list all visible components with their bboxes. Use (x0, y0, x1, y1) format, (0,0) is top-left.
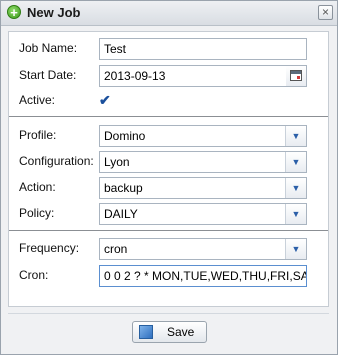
close-button[interactable]: × (318, 5, 333, 20)
policy-value: DAILY (104, 207, 138, 221)
section-divider (9, 116, 328, 117)
policy-select[interactable]: DAILY ▼ (99, 203, 307, 225)
save-button[interactable]: Save (132, 321, 207, 343)
frequency-value: cron (104, 242, 128, 256)
policy-label: Policy: (19, 206, 55, 220)
start-date-value: 2013-09-13 (104, 69, 166, 83)
chevron-down-icon[interactable]: ▼ (285, 152, 306, 172)
cron-label: Cron: (19, 268, 49, 282)
frequency-select[interactable]: cron ▼ (99, 238, 307, 260)
profile-value: Domino (104, 129, 146, 143)
chevron-down-icon[interactable]: ▼ (285, 126, 306, 146)
job-name-value: Test (104, 42, 127, 56)
frequency-label: Frequency: (19, 241, 80, 255)
cron-value: 0 0 2 ? * MON,TUE,WED,THU,FRI,SAT * (104, 269, 307, 283)
chevron-down-icon[interactable]: ▼ (285, 239, 306, 259)
chevron-down-icon[interactable]: ▼ (285, 178, 306, 198)
chevron-down-icon[interactable]: ▼ (285, 204, 306, 224)
calendar-icon (290, 70, 302, 81)
checkmark-icon: ✔ (99, 92, 111, 108)
close-icon: × (321, 5, 329, 19)
new-job-dialog: + New Job × Job Name: Test Start Date: 2… (0, 0, 338, 355)
active-label: Active: (19, 93, 56, 107)
configuration-value: Lyon (104, 155, 130, 169)
section-divider (9, 230, 328, 231)
job-name-label: Job Name: (19, 41, 78, 55)
action-select[interactable]: backup ▼ (99, 177, 307, 199)
dialog-titlebar[interactable]: + New Job × (1, 1, 337, 26)
profile-label: Profile: (19, 128, 57, 142)
save-icon (139, 325, 153, 339)
footer-divider (8, 313, 329, 314)
dialog-title: New Job (27, 5, 81, 20)
date-picker-button[interactable] (286, 66, 306, 86)
start-date-input[interactable]: 2013-09-13 (99, 65, 307, 87)
action-value: backup (104, 181, 143, 195)
job-name-input[interactable]: Test (99, 38, 307, 60)
cron-input[interactable]: 0 0 2 ? * MON,TUE,WED,THU,FRI,SAT * (99, 265, 307, 287)
add-icon: + (7, 5, 21, 20)
profile-select[interactable]: Domino ▼ (99, 125, 307, 147)
active-checkbox[interactable]: ✔ (99, 93, 113, 107)
start-date-label: Start Date: (19, 68, 77, 82)
configuration-select[interactable]: Lyon ▼ (99, 151, 307, 173)
configuration-label: Configuration: (19, 154, 94, 168)
action-label: Action: (19, 180, 56, 194)
save-button-label: Save (167, 325, 195, 339)
form-panel: Job Name: Test Start Date: 2013-09-13 Ac… (8, 31, 329, 307)
